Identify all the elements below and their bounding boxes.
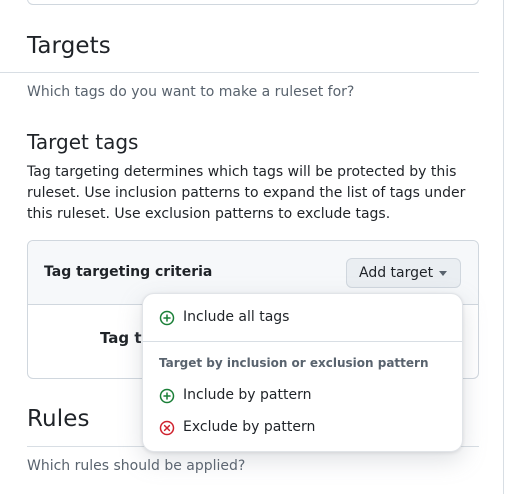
target-tags-heading: Target tags: [27, 130, 139, 154]
menu-divider: [143, 341, 462, 342]
menu-item-exclude-by-pattern[interactable]: Exclude by pattern: [143, 412, 462, 444]
ruleset-page: Targets Which tags do you want to make a…: [0, 0, 505, 494]
rules-description: Which rules should be applied?: [27, 458, 246, 474]
menu-item-include-by-pattern[interactable]: Include by pattern: [143, 380, 462, 412]
menu-item-label: Include all tags: [183, 309, 290, 325]
targets-description: Which tags do you want to make a ruleset…: [27, 84, 355, 100]
criteria-empty-label: Tag ta: [100, 329, 145, 347]
menu-item-label: Include by pattern: [183, 387, 312, 403]
menu-item-label: Exclude by pattern: [183, 419, 316, 435]
menu-item-include-all-tags[interactable]: Include all tags: [143, 302, 462, 334]
plus-circle-icon: [159, 310, 175, 326]
add-target-dropdown: Include all tags Target by inclusion or …: [142, 293, 463, 452]
previous-section-card: [27, 0, 479, 5]
target-tags-description: Tag targeting determines which tags will…: [27, 164, 466, 222]
page-divider: [503, 0, 504, 494]
nav-divider: [0, 72, 27, 73]
chevron-down-icon: [439, 271, 447, 276]
menu-group-label: Target by inclusion or exclusion pattern: [159, 356, 429, 370]
plus-circle-icon: [159, 388, 175, 404]
targets-heading: Targets: [27, 33, 111, 59]
criteria-title: Tag targeting criteria: [44, 264, 213, 280]
add-target-button[interactable]: Add target: [346, 258, 461, 288]
rules-heading: Rules: [27, 406, 90, 432]
add-target-label: Add target: [359, 265, 434, 281]
targets-heading-rule: [27, 72, 479, 73]
x-circle-icon: [159, 420, 175, 436]
